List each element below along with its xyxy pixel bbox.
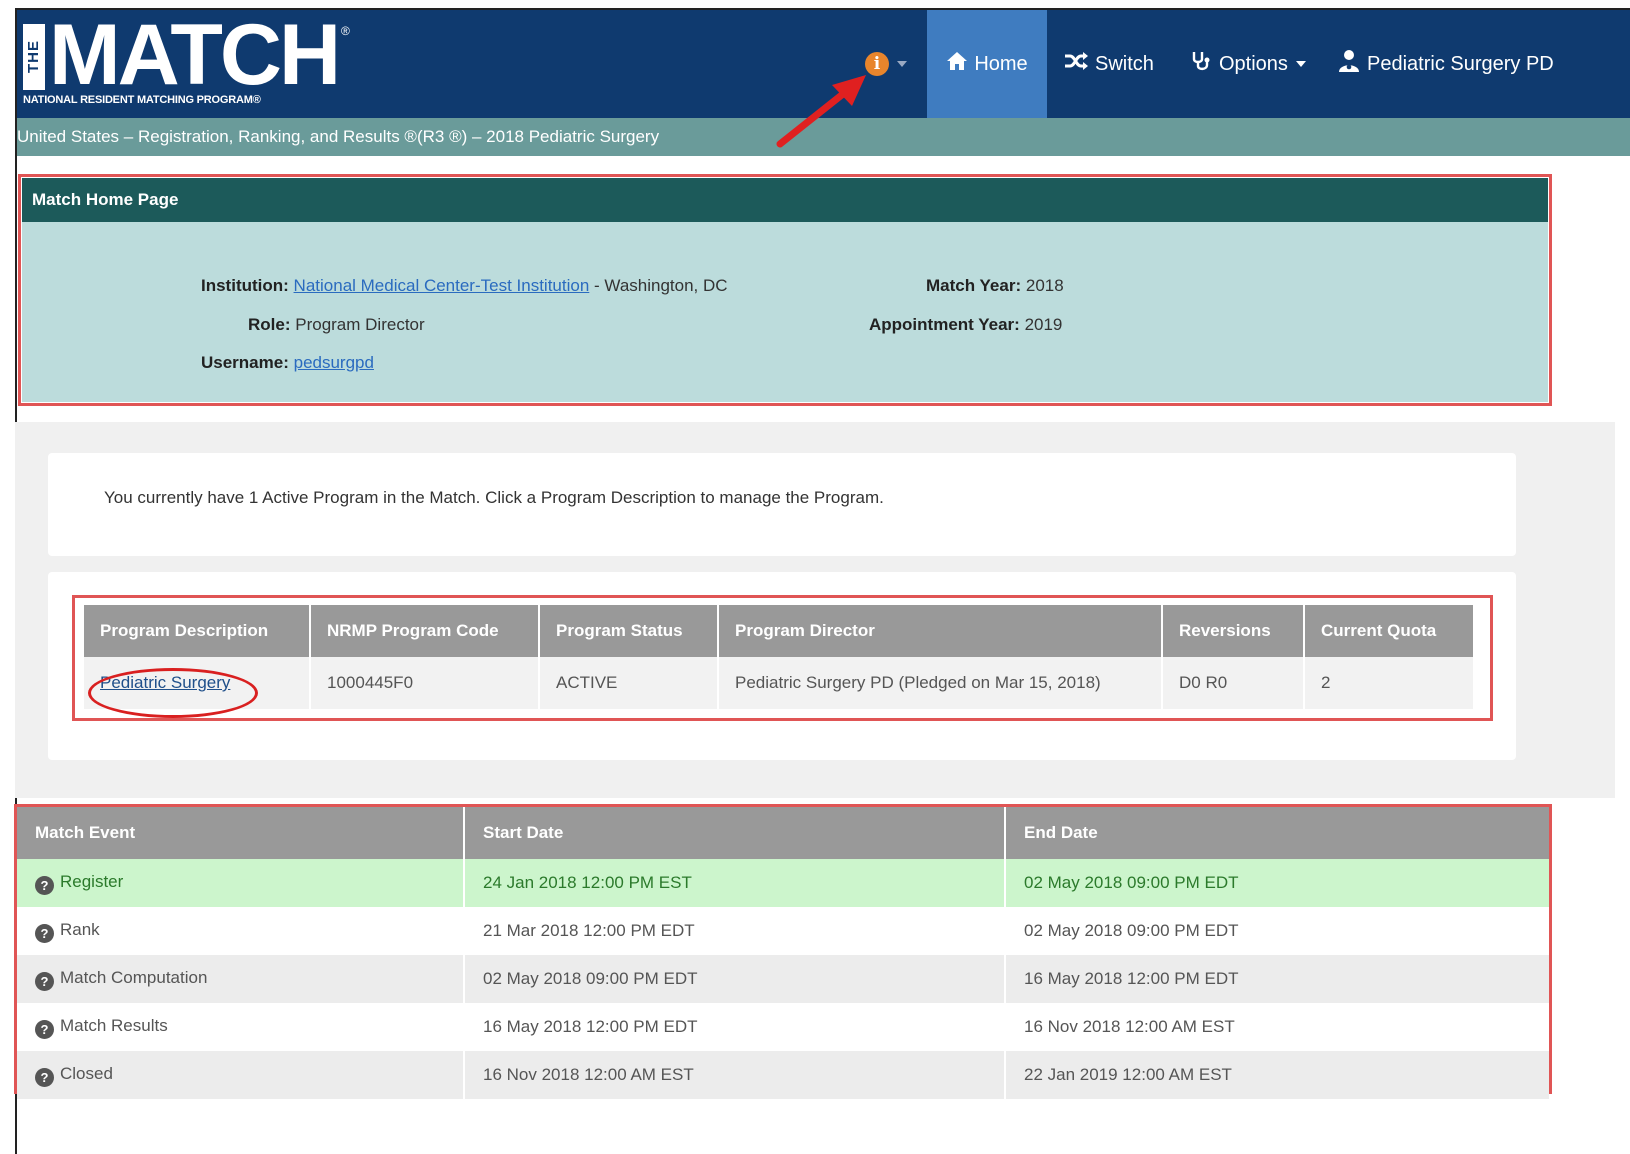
reversions-cell: D0 R0 [1163,657,1303,709]
institution-location: - Washington, DC [589,276,728,295]
col-reversions: Reversions [1163,605,1303,657]
event-name: Match Results [60,1015,168,1035]
institution-field: Institution: National Medical Center-Tes… [201,276,728,296]
program-table: Program Description NRMP Program Code Pr… [82,605,1475,709]
program-director-cell: Pediatric Surgery PD (Pledged on Mar 15,… [719,657,1161,709]
col-start-date: Start Date [464,807,1006,859]
stethoscope-icon [1191,50,1213,78]
end-date-cell: 16 Nov 2018 12:00 AM EST [1005,1003,1549,1051]
table-row: ? Closed 16 Nov 2018 12:00 AM EST 22 Jan … [17,1051,1549,1099]
role-label: Role: [248,315,291,334]
event-cell: ? Register [17,859,465,907]
event-cell: ? Match Results [17,1003,465,1051]
role-value: Program Director [295,315,425,334]
col-program-description: Program Description [84,605,309,657]
col-end-date: End Date [1005,807,1549,859]
event-name: Closed [60,1063,113,1083]
match-logo[interactable]: THE MATCH ® NATIONAL RESIDENT MATCHING P… [23,12,353,110]
switch-label: Switch [1095,52,1154,75]
col-program-director: Program Director [719,605,1161,657]
chevron-down-icon [897,61,907,67]
col-program-status: Program Status [540,605,717,657]
table-row: ? Match Results 16 May 2018 12:00 PM EDT … [17,1003,1549,1051]
table-row: Pediatric Surgery 1000445F0 ACTIVE Pedia… [84,657,1473,709]
home-icon [946,51,968,77]
switch-button[interactable]: Switch [1063,10,1154,118]
user-menu-button[interactable]: Pediatric Surgery PD [1337,10,1554,118]
match-events-table: Match Event Start Date End Date ? Registe… [17,807,1549,1099]
appointment-year-value: 2019 [1024,315,1063,334]
logo-subtitle: NATIONAL RESIDENT MATCHING PROGRAM® [23,94,261,106]
user-doctor-icon [1337,49,1361,79]
end-date-cell: 02 May 2018 09:00 PM EDT [1005,907,1549,955]
start-date-cell: 02 May 2018 09:00 PM EDT [464,955,1006,1003]
help-icon[interactable]: ? [35,875,54,895]
options-label: Options [1219,52,1288,75]
help-icon[interactable]: ? [35,1019,54,1039]
table-row: ? Rank 21 Mar 2018 12:00 PM EDT 02 May 20… [17,907,1549,955]
program-code-cell: 1000445F0 [311,657,538,709]
col-nrmp-program-code: NRMP Program Code [311,605,538,657]
notice-card: You currently have 1 Active Program in t… [48,453,1516,556]
table-row: ? Match Computation 02 May 2018 09:00 PM … [17,955,1549,1003]
end-date-cell: 02 May 2018 09:00 PM EDT [1005,859,1549,907]
home-label: Home [974,52,1028,75]
program-status-cell: ACTIVE [540,657,717,709]
event-name: Rank [60,919,100,939]
match-year-value: 2018 [1025,276,1064,295]
institution-link[interactable]: National Medical Center-Test Institution [294,276,590,295]
appointment-year-field: Appointment Year: 2019 [869,315,1062,335]
end-date-cell: 16 May 2018 12:00 PM EDT [1005,955,1549,1003]
help-icon[interactable]: ? [35,971,54,991]
logo-match-text: MATCH [49,8,341,103]
start-date-cell: 24 Jan 2018 12:00 PM EST [464,859,1006,907]
program-table-header: Program Description NRMP Program Code Pr… [84,605,1473,657]
help-icon[interactable]: ? [35,1067,54,1087]
match-year-field: Match Year: 2018 [926,276,1064,296]
logo-registered: ® [341,24,350,38]
options-dropdown-button[interactable]: Options [1191,10,1306,118]
active-program-notice: You currently have 1 Active Program in t… [104,488,884,507]
panel-body [22,222,1548,402]
panel-title: Match Home Page [22,178,1548,222]
program-link-highlight-circle [88,668,258,718]
info-icon: i [865,52,889,76]
event-name: Match Computation [60,967,208,987]
col-current-quota: Current Quota [1305,605,1473,657]
logo-the: THE [23,24,45,90]
match-year-label: Match Year: [926,276,1022,295]
username-field: Username: pedsurgpd [201,353,374,373]
username-link[interactable]: pedsurgpd [294,353,374,372]
end-date-cell: 22 Jan 2019 12:00 AM EST [1005,1051,1549,1099]
top-navbar: THE MATCH ® NATIONAL RESIDENT MATCHING P… [17,10,1630,118]
institution-label: Institution: [201,276,289,295]
appointment-year-label: Appointment Year: [869,315,1020,334]
start-date-cell: 21 Mar 2018 12:00 PM EDT [464,907,1006,955]
shuffle-icon [1063,51,1089,77]
role-field: Role: Program Director [248,315,425,335]
user-label: Pediatric Surgery PD [1367,52,1554,75]
username-label: Username: [201,353,289,372]
events-table-header: Match Event Start Date End Date [17,807,1549,859]
context-breadcrumb: United States – Registration, Ranking, a… [17,118,1630,156]
event-cell: ? Match Computation [17,955,465,1003]
table-row: ? Register 24 Jan 2018 12:00 PM EST 02 Ma… [17,859,1549,907]
help-icon[interactable]: ? [35,923,54,943]
quota-cell: 2 [1305,657,1473,709]
col-match-event: Match Event [17,807,465,859]
home-button[interactable]: Home [927,10,1047,118]
event-cell: ? Rank [17,907,465,955]
start-date-cell: 16 Nov 2018 12:00 AM EST [464,1051,1006,1099]
info-dropdown-button[interactable]: i [865,10,907,118]
start-date-cell: 16 May 2018 12:00 PM EDT [464,1003,1006,1051]
event-name: Register [60,871,124,891]
event-cell: ? Closed [17,1051,465,1099]
chevron-down-icon [1295,61,1306,67]
